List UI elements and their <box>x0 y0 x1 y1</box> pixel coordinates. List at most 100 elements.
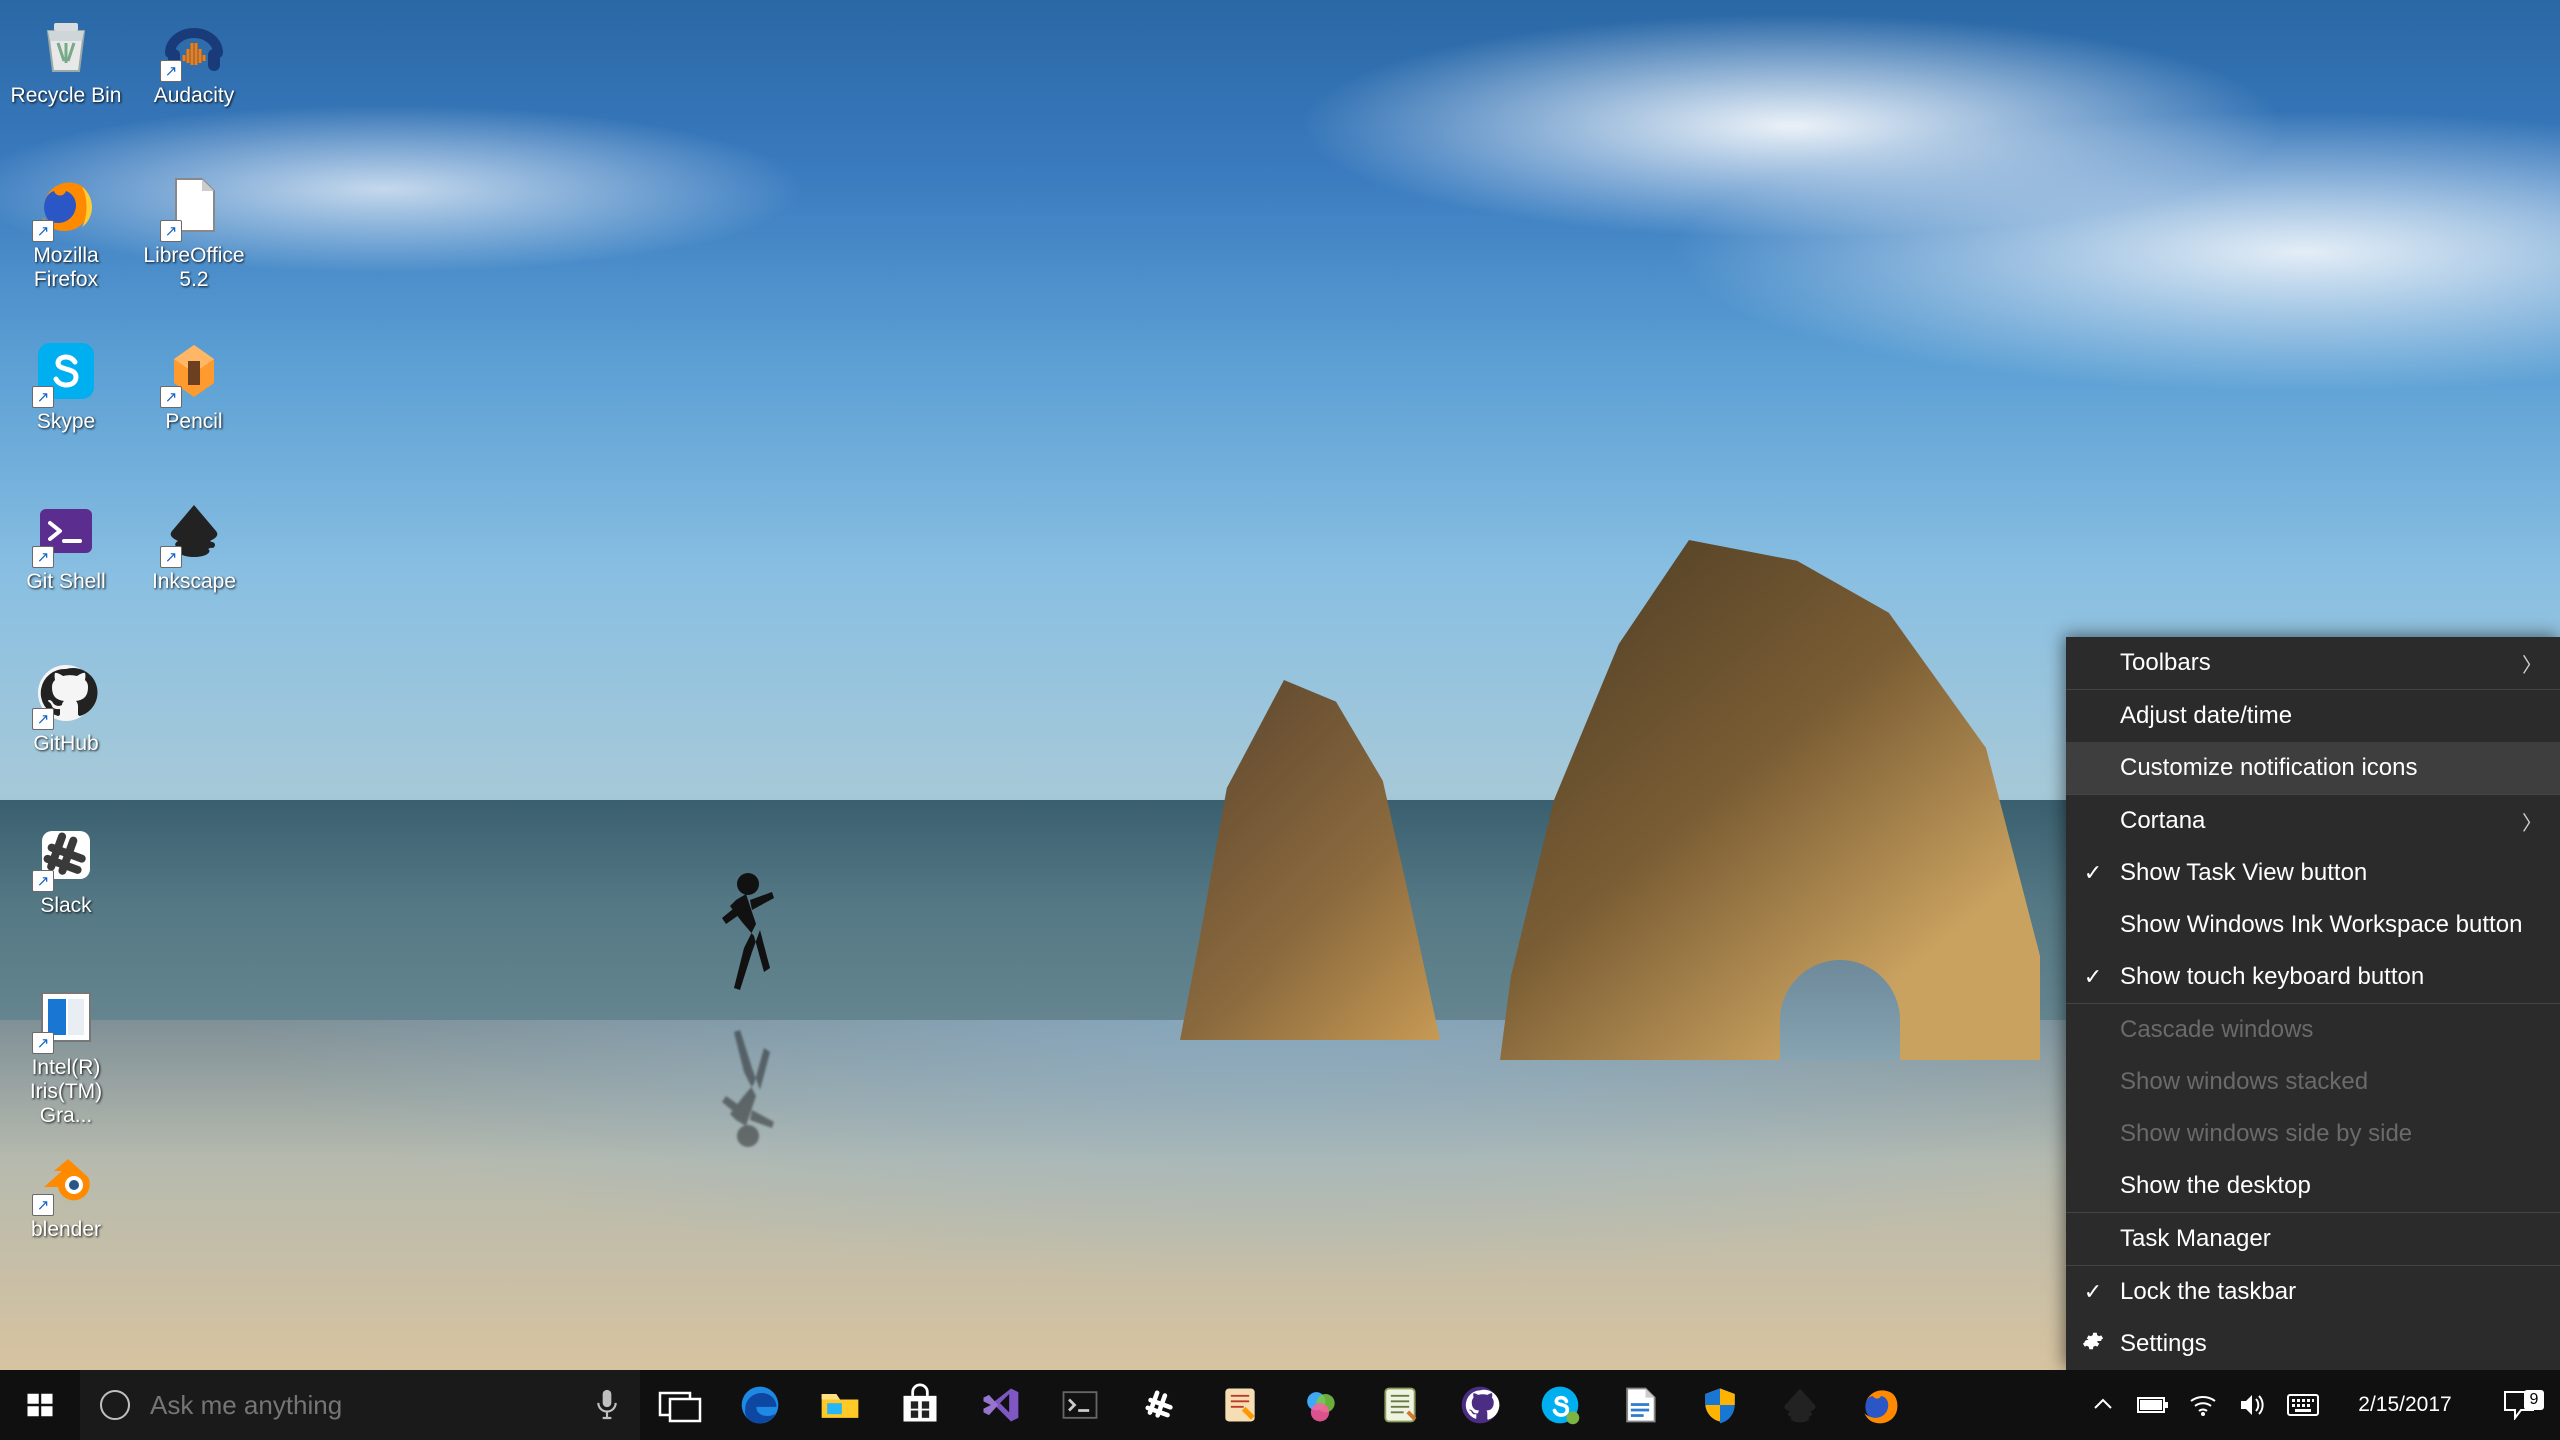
tray-volume[interactable] <box>2230 1370 2276 1440</box>
context-item-settings[interactable]: Settings <box>2066 1318 2560 1370</box>
context-item-cortana[interactable]: Cortana 〉 <box>2066 795 2560 847</box>
chevron-right-icon: 〉 <box>2522 649 2542 678</box>
context-menu-separator <box>2066 1003 2560 1004</box>
taskbar-app-visual-studio[interactable] <box>960 1370 1040 1440</box>
checkmark-icon: ✓ <box>2080 964 2106 990</box>
context-item-show-windows-side-by-side: Show windows side by side <box>2066 1108 2560 1160</box>
windows-logo-icon <box>25 1390 55 1420</box>
battery-icon <box>2137 1395 2169 1415</box>
desktop-icon-slack[interactable]: ↗ Slack <box>6 820 126 918</box>
context-item-label: Toolbars <box>2120 649 2211 677</box>
action-center-badge: 9 <box>2524 1390 2544 1410</box>
taskbar-app-sublime[interactable] <box>1200 1370 1280 1440</box>
context-item-show-touch-keyboard[interactable]: ✓ Show touch keyboard button <box>2066 951 2560 1003</box>
context-item-label: Lock the taskbar <box>2120 1278 2296 1306</box>
desktop-icon-pencil[interactable]: ↗ Pencil <box>134 336 254 434</box>
context-item-label: Settings <box>2120 1330 2207 1358</box>
context-item-show-desktop[interactable]: Show the desktop <box>2066 1160 2560 1212</box>
taskbar-app-paint-dot-net[interactable] <box>1280 1370 1360 1440</box>
context-item-cascade-windows: Cascade windows <box>2066 1004 2560 1056</box>
desktop-icon-recycle-bin[interactable]: Recycle Bin <box>6 10 126 108</box>
context-item-label: Show Task View button <box>2120 859 2367 887</box>
shortcut-arrow-icon: ↗ <box>160 386 182 408</box>
tray-touch-keyboard[interactable] <box>2280 1370 2326 1440</box>
context-item-lock-taskbar[interactable]: ✓ Lock the taskbar <box>2066 1266 2560 1318</box>
wifi-icon <box>2189 1393 2217 1417</box>
desktop-icon-label: GitHub <box>33 732 98 756</box>
cortana-search-box[interactable] <box>80 1370 640 1440</box>
tray-battery[interactable] <box>2130 1370 2176 1440</box>
desktop-icon-firefox[interactable]: ↗ Mozilla Firefox <box>6 170 126 292</box>
tray-action-center[interactable]: 9 <box>2484 1390 2554 1420</box>
context-item-label: Adjust date/time <box>2120 702 2292 730</box>
search-input[interactable] <box>150 1390 574 1421</box>
gear-icon <box>2080 1330 2106 1359</box>
taskbar-app-firefox[interactable] <box>1840 1370 1920 1440</box>
context-item-label: Task Manager <box>2120 1225 2271 1253</box>
context-item-label: Cascade windows <box>2120 1016 2313 1044</box>
taskbar-app-skype[interactable] <box>1520 1370 1600 1440</box>
desktop-icon-github[interactable]: ↗ GitHub <box>6 658 126 756</box>
system-tray: 2/15/2017 9 <box>2080 1370 2560 1440</box>
shortcut-arrow-icon: ↗ <box>160 546 182 568</box>
context-item-adjust-datetime[interactable]: Adjust date/time <box>2066 690 2560 742</box>
desktop-icon-git-shell[interactable]: ↗ Git Shell <box>6 496 126 594</box>
context-item-label: Customize notification icons <box>2120 754 2417 782</box>
desktop-icon-label: Mozilla Firefox <box>7 244 125 292</box>
shortcut-arrow-icon: ↗ <box>32 870 54 892</box>
chevron-right-icon: 〉 <box>2522 807 2542 836</box>
desktop-icon-label: Slack <box>40 894 91 918</box>
shortcut-arrow-icon: ↗ <box>32 1032 54 1054</box>
context-item-task-manager[interactable]: Task Manager <box>2066 1213 2560 1265</box>
shortcut-arrow-icon: ↗ <box>32 708 54 730</box>
taskbar-app-file-explorer[interactable] <box>800 1370 880 1440</box>
tray-show-hidden-icons[interactable] <box>2080 1370 2126 1440</box>
context-item-show-task-view[interactable]: ✓ Show Task View button <box>2066 847 2560 899</box>
taskbar-app-notepad-plus-plus[interactable] <box>1360 1370 1440 1440</box>
shortcut-arrow-icon: ↗ <box>32 386 54 408</box>
desktop-icon-label: Intel(R) Iris(TM) Gra... <box>7 1056 125 1128</box>
desktop-icon-label: LibreOffice 5.2 <box>135 244 253 292</box>
taskbar[interactable]: 2/15/2017 9 <box>0 1370 2560 1440</box>
start-button[interactable] <box>0 1370 80 1440</box>
desktop-icon-intel-graphics[interactable]: ↗ Intel(R) Iris(TM) Gra... <box>6 982 126 1128</box>
context-item-toolbars[interactable]: Toolbars 〉 <box>2066 637 2560 689</box>
desktop-icon-label: Audacity <box>154 84 235 108</box>
recycle-bin-icon <box>31 10 101 80</box>
desktop-icon-audacity[interactable]: ↗ Audacity <box>134 10 254 108</box>
taskbar-app-slack[interactable] <box>1120 1370 1200 1440</box>
context-item-customize-notification-icons[interactable]: Customize notification icons <box>2066 742 2560 794</box>
taskbar-app-inkscape[interactable] <box>1760 1370 1840 1440</box>
context-item-label: Show the desktop <box>2120 1172 2311 1200</box>
context-item-show-ink-workspace[interactable]: Show Windows Ink Workspace button <box>2066 899 2560 951</box>
desktop-icon-label: Pencil <box>165 410 222 434</box>
context-item-label: Show windows stacked <box>2120 1068 2368 1096</box>
taskbar-app-github[interactable] <box>1440 1370 1520 1440</box>
task-view-icon <box>658 1387 702 1423</box>
desktop-icon-label: Inkscape <box>152 570 236 594</box>
taskbar-app-terminal[interactable] <box>1040 1370 1120 1440</box>
desktop-icon-skype[interactable]: ↗ Skype <box>6 336 126 434</box>
taskbar-context-menu[interactable]: Toolbars 〉 Adjust date/time Customize no… <box>2066 637 2560 1370</box>
microphone-icon[interactable] <box>594 1387 620 1423</box>
task-view-button[interactable] <box>640 1370 720 1440</box>
volume-icon <box>2239 1393 2267 1417</box>
checkmark-icon: ✓ <box>2080 860 2106 886</box>
keyboard-icon <box>2287 1394 2319 1416</box>
taskbar-pinned-apps <box>720 1370 1920 1440</box>
checkmark-icon: ✓ <box>2080 1279 2106 1305</box>
taskbar-app-edge[interactable] <box>720 1370 800 1440</box>
context-item-label: Cortana <box>2120 807 2205 835</box>
desktop-icon-blender[interactable]: ↗ blender <box>6 1144 126 1242</box>
shortcut-arrow-icon: ↗ <box>32 220 54 242</box>
desktop-icon-inkscape[interactable]: ↗ Inkscape <box>134 496 254 594</box>
taskbar-app-defender[interactable] <box>1680 1370 1760 1440</box>
desktop-icon-label: blender <box>31 1218 101 1242</box>
shortcut-arrow-icon: ↗ <box>160 220 182 242</box>
taskbar-app-libreoffice-writer[interactable] <box>1600 1370 1680 1440</box>
context-item-show-windows-stacked: Show windows stacked <box>2066 1056 2560 1108</box>
taskbar-app-store[interactable] <box>880 1370 960 1440</box>
desktop-icon-libreoffice[interactable]: ↗ LibreOffice 5.2 <box>134 170 254 292</box>
tray-wifi[interactable] <box>2180 1370 2226 1440</box>
tray-clock[interactable]: 2/15/2017 <box>2330 1393 2480 1417</box>
